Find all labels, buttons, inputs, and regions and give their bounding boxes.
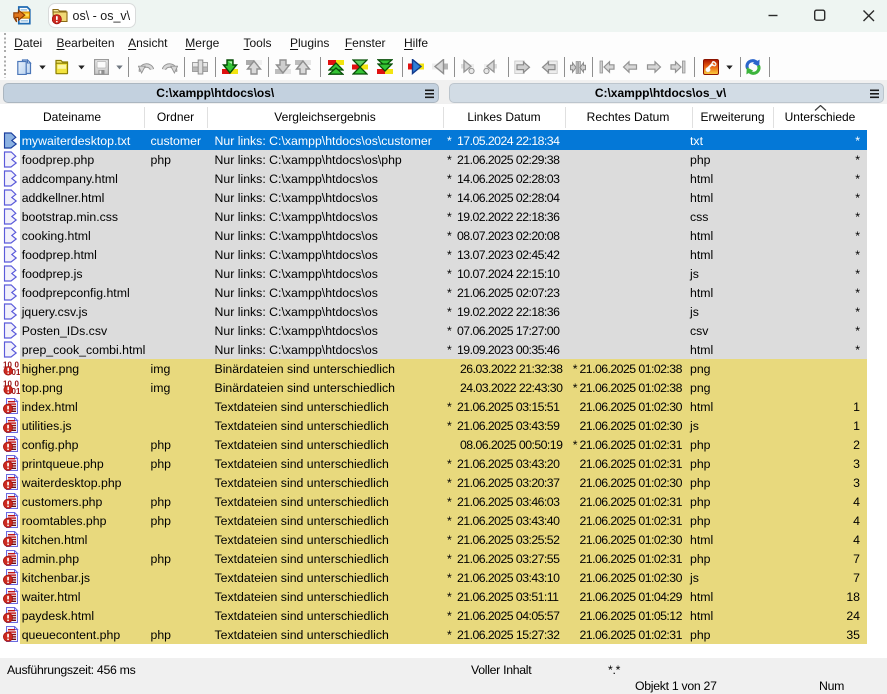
svg-text:01: 01 — [11, 387, 20, 395]
svg-text:01: 01 — [11, 368, 20, 376]
